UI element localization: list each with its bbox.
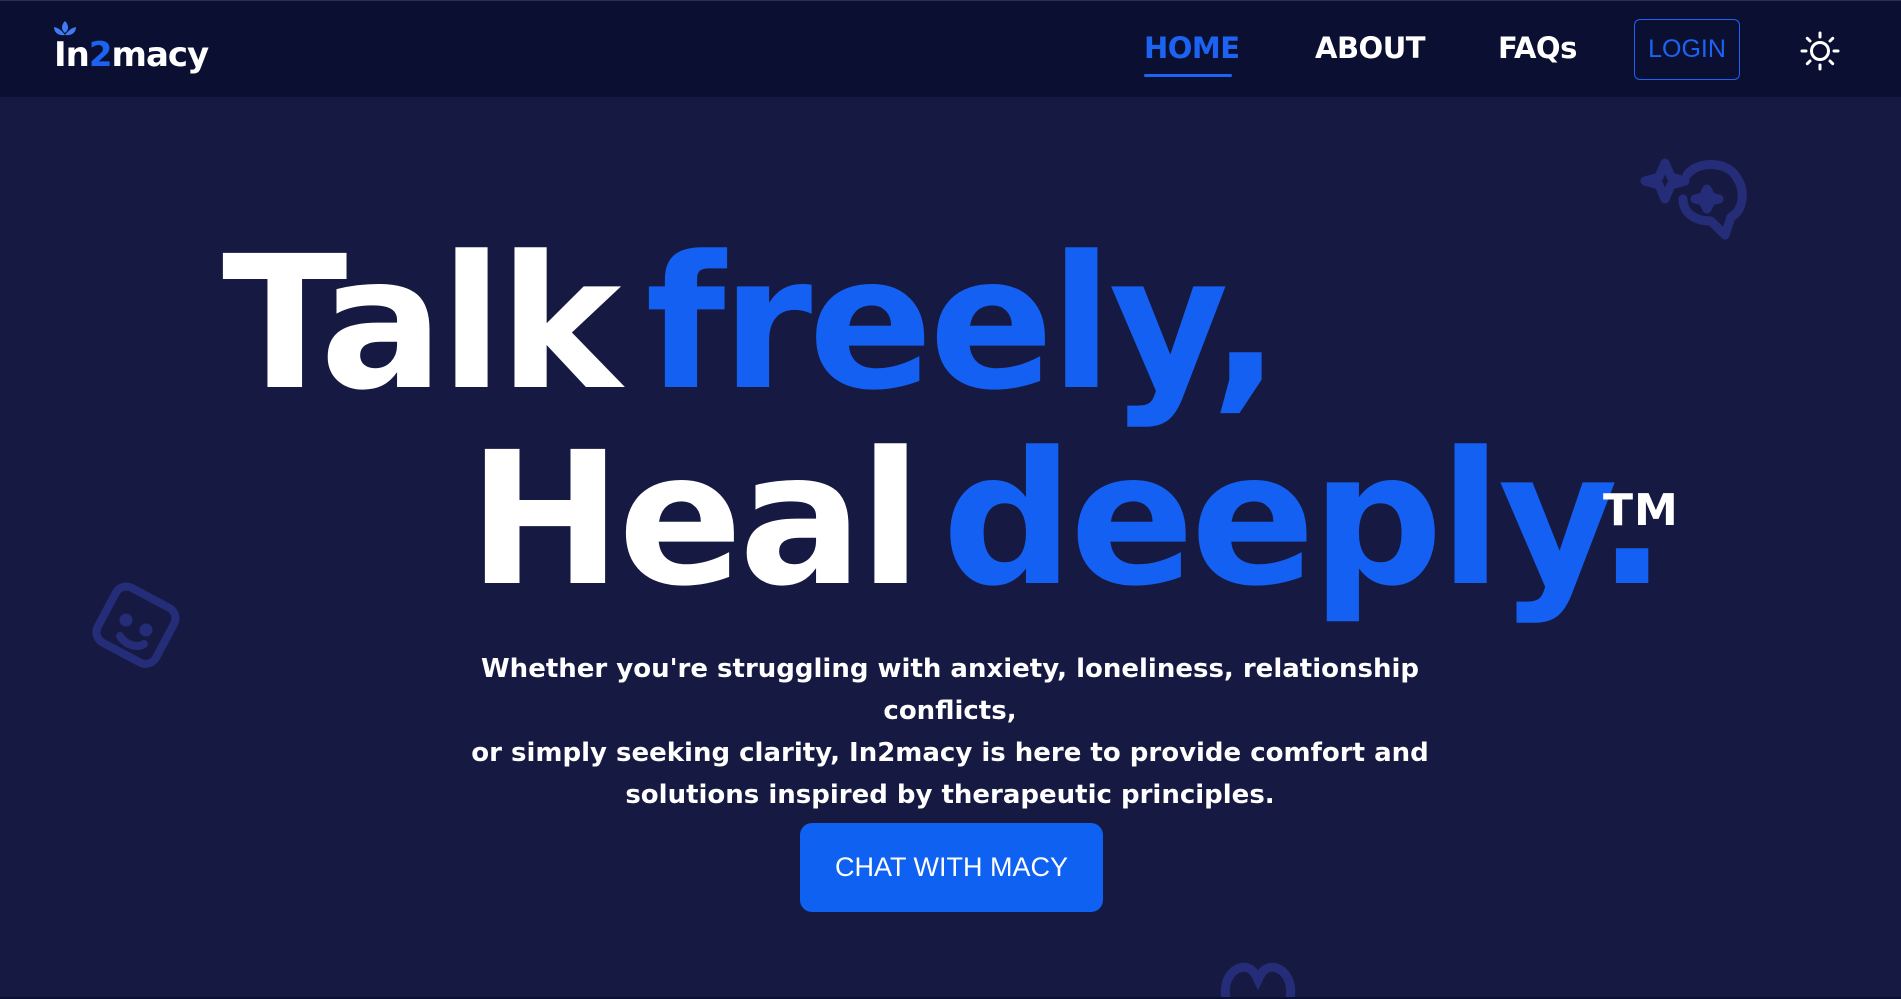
sun-icon[interactable] xyxy=(1800,31,1840,71)
trademark-mark: TM xyxy=(1603,485,1679,536)
hero-line-2: Heal deeply. xyxy=(468,428,1667,612)
smiley-box-icon xyxy=(92,582,180,668)
top-navbar: In2macy HOME ABOUT FAQs LOGIN xyxy=(0,0,1901,97)
hero-deeply: deeply. xyxy=(942,413,1667,627)
logo-link[interactable]: In2macy xyxy=(50,19,240,83)
hero-heal: Heal xyxy=(468,413,922,627)
hero-talk: Talk xyxy=(222,217,621,431)
hero-line-1: Talk freely, xyxy=(222,232,1280,416)
subtitle-line-3: solutions inspired by therapeutic princi… xyxy=(625,780,1275,810)
hero-subtitle: Whether you're struggling with anxiety, … xyxy=(460,648,1440,816)
logo-wordmark: In2macy xyxy=(54,35,209,75)
heart-outline-icon xyxy=(1220,962,1296,998)
subtitle-line-1: Whether you're struggling with anxiety, … xyxy=(481,654,1419,726)
nav-faqs-link[interactable]: FAQs xyxy=(1498,31,1577,65)
hero-freely: freely, xyxy=(645,217,1280,431)
page: In2macy HOME ABOUT FAQs LOGIN Talk freel… xyxy=(0,0,1901,999)
chat-with-macy-button[interactable]: CHAT WITH MACY xyxy=(800,823,1103,912)
nav-about-link[interactable]: ABOUT xyxy=(1315,31,1426,65)
nav-home-link[interactable]: HOME xyxy=(1144,31,1240,65)
sparkle-chat-icon xyxy=(1640,158,1747,240)
active-nav-underline xyxy=(1144,74,1232,77)
subtitle-line-2: or simply seeking clarity, In2macy is he… xyxy=(471,738,1429,768)
login-button[interactable]: LOGIN xyxy=(1634,19,1740,80)
